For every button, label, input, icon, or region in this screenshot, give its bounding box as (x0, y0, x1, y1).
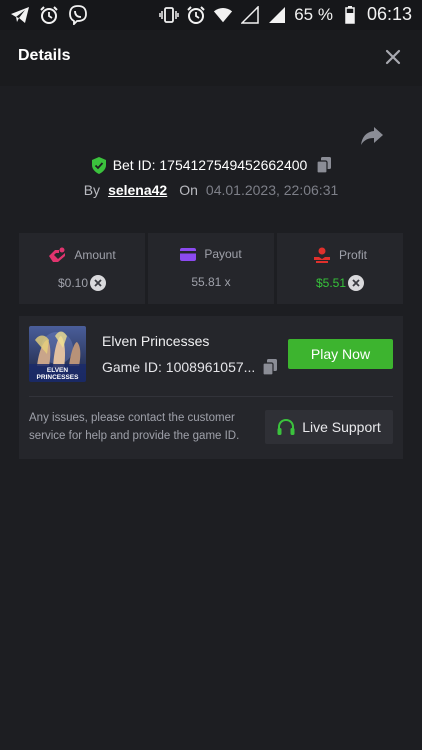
stat-profit: Profit $5.51 (277, 233, 403, 304)
by-label: By (83, 182, 101, 198)
signal-icon (267, 5, 287, 25)
stat-profit-value-row: $5.51 (277, 275, 403, 291)
profit-label: Profit (338, 248, 367, 262)
wifi-icon (213, 5, 233, 25)
status-bar: 65 % 06:13 (0, 0, 422, 30)
stat-amount: Amount $0.10 (19, 233, 145, 304)
headset-icon (277, 418, 295, 435)
currency-coin-icon (90, 275, 107, 291)
currency-coin-icon (348, 275, 365, 291)
profit-value: $5.51 (315, 276, 347, 290)
on-label: On (179, 182, 198, 198)
game-card: ELVEN PRINCESSES Elven Princesses Game I… (19, 316, 403, 459)
viber-icon (68, 5, 88, 25)
bet-id-row: Bet ID: 1754127549452662400 (0, 155, 422, 175)
alarm-icon (186, 5, 206, 25)
game-id: Game ID: 1008961057... (102, 359, 256, 375)
stat-payout-head: Payout (148, 247, 274, 261)
shield-check-icon (91, 156, 106, 174)
game-thumbnail-text: ELVEN PRINCESSES (36, 367, 79, 381)
amount-icon (49, 247, 66, 262)
signal-empty-icon (240, 5, 260, 25)
alarm-icon (39, 5, 59, 25)
game-id-row: Game ID: 1008961057... (102, 359, 278, 375)
clock: 06:13 (366, 4, 412, 24)
payout-value: 55.81 x (191, 275, 231, 289)
stat-amount-value-row: $0.10 (19, 275, 145, 291)
live-support-button[interactable]: Live Support (265, 410, 393, 444)
divider (29, 396, 393, 397)
copy-bet-id-button[interactable] (317, 157, 332, 173)
card-icon (180, 247, 197, 261)
battery-icon (340, 5, 360, 25)
vibrate-icon (159, 5, 179, 25)
telegram-icon (10, 5, 30, 25)
bet-id: Bet ID: 1754127549452662400 (112, 157, 308, 173)
battery-percent: 65 % (294, 4, 333, 24)
details-header: Details (0, 30, 422, 86)
game-name: Elven Princesses (102, 333, 210, 349)
play-now-button[interactable]: Play Now (288, 339, 393, 369)
username-link[interactable]: selena42 (108, 182, 167, 198)
amount-label: Amount (74, 248, 116, 262)
stat-amount-head: Amount (19, 247, 145, 263)
bet-date: 04.01.2023, 22:06:31 (205, 182, 339, 198)
payout-label: Payout (204, 247, 242, 261)
status-right: 65 % 06:13 (159, 4, 412, 25)
share-button[interactable] (359, 125, 385, 147)
profit-icon (313, 247, 330, 263)
page-title: Details (18, 47, 71, 64)
stat-payout-value-row: 55.81 x (148, 275, 274, 289)
live-support-label: Live Support (302, 419, 381, 435)
close-button[interactable] (382, 46, 404, 68)
copy-icon (263, 359, 278, 375)
close-icon (385, 49, 401, 65)
copy-icon (317, 157, 332, 173)
copy-game-id-button[interactable] (263, 359, 278, 375)
status-left-icons (10, 5, 88, 25)
game-thumbnail[interactable]: ELVEN PRINCESSES (29, 326, 86, 382)
bet-meta-row: By selena42 On 04.01.2023, 22:06:31 (0, 181, 422, 199)
share-icon (361, 127, 383, 145)
amount-value: $0.10 (57, 276, 89, 290)
stat-profit-head: Profit (277, 247, 403, 263)
stat-payout: Payout 55.81 x (148, 233, 274, 304)
support-help-text: Any issues, please contact the customer … (29, 412, 240, 442)
bet-stats: Amount $0.10 Payout 55.81 x Profit $5.51 (19, 233, 403, 304)
